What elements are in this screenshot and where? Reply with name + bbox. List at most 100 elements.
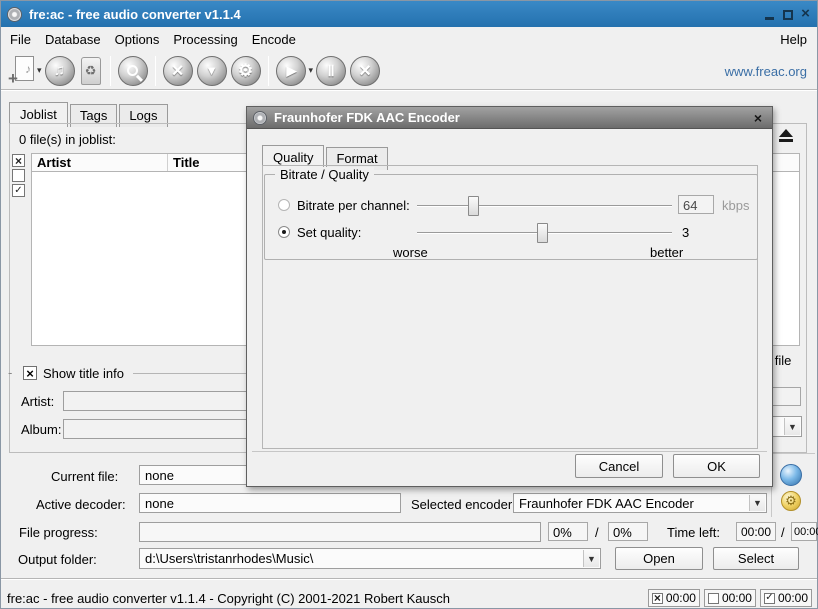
statusbar-divider bbox=[1, 578, 817, 580]
maximize-button[interactable] bbox=[782, 8, 793, 20]
active-decoder-label: Active decoder: bbox=[36, 497, 126, 512]
chevron-down-icon[interactable]: ▼ bbox=[583, 550, 599, 567]
select-none-button[interactable] bbox=[12, 169, 25, 182]
time-all-box: 00:00 bbox=[760, 589, 812, 607]
unselected-tracks-icon bbox=[708, 593, 719, 604]
menu-file[interactable]: File bbox=[3, 29, 38, 50]
quality-value: 3 bbox=[682, 225, 689, 240]
file-progress-label: File progress: bbox=[19, 525, 98, 540]
chevron-down-icon[interactable]: ▼ bbox=[784, 418, 800, 435]
minimize-button[interactable] bbox=[764, 8, 775, 20]
select-button[interactable]: Select bbox=[713, 547, 799, 570]
joblist-count: 0 file(s) in joblist: bbox=[19, 132, 116, 147]
clear-joblist-icon[interactable] bbox=[81, 57, 101, 85]
menu-bar: File Database Options Processing Encode … bbox=[1, 28, 817, 51]
configure-settings-icon[interactable] bbox=[231, 56, 261, 86]
all-tracks-icon bbox=[764, 593, 775, 604]
status-bar: fre:ac - free audio converter v1.1.4 - C… bbox=[1, 581, 817, 609]
column-artist[interactable]: Artist bbox=[32, 154, 168, 171]
statusbar-text: fre:ac - free audio converter v1.1.4 - C… bbox=[7, 591, 450, 606]
time-left-total: 00:00 bbox=[791, 522, 817, 541]
menu-help[interactable]: Help bbox=[778, 29, 809, 50]
stop-encoding-icon[interactable] bbox=[350, 56, 380, 86]
slash: / bbox=[595, 525, 599, 540]
cancel-button[interactable]: Cancel bbox=[575, 454, 663, 478]
start-encoding-dropdown-icon[interactable]: ▾ bbox=[309, 65, 314, 76]
freac-app-icon bbox=[7, 7, 22, 22]
time-selected-box: 00:00 bbox=[648, 589, 700, 607]
selection-buttons bbox=[12, 154, 25, 197]
progress-percent-total: 0% bbox=[608, 522, 648, 541]
time-unselected-box: 00:00 bbox=[704, 589, 756, 607]
dialog-title-bar[interactable]: Fraunhofer FDK AAC Encoder × bbox=[247, 107, 772, 129]
set-quality-radio[interactable] bbox=[278, 226, 290, 238]
bitrate-quality-group: Bitrate / Quality bbox=[264, 174, 758, 260]
toolbar-separator bbox=[268, 56, 269, 86]
toggle-selection-button[interactable] bbox=[12, 184, 25, 197]
menu-processing[interactable]: Processing bbox=[166, 29, 244, 50]
add-files-icon[interactable]: ♪+ bbox=[8, 56, 34, 86]
general-settings-icon[interactable] bbox=[163, 56, 193, 86]
time-left-label: Time left: bbox=[667, 525, 720, 540]
bitrate-label: Bitrate per channel: bbox=[297, 198, 410, 213]
app-window: fre:ac - free audio converter v1.1.4 × F… bbox=[0, 0, 818, 609]
quality-slider-thumb[interactable] bbox=[537, 223, 548, 243]
bitrate-radio[interactable] bbox=[278, 199, 290, 211]
scale-better-label: better bbox=[650, 245, 683, 260]
slash: / bbox=[781, 525, 785, 540]
selected-encoder-combo[interactable]: Fraunhofer FDK AAC Encoder ▼ bbox=[513, 493, 767, 513]
start-encoding-icon[interactable] bbox=[276, 56, 306, 86]
divider bbox=[773, 453, 815, 454]
add-audio-cd-icon[interactable] bbox=[45, 56, 75, 86]
menu-database[interactable]: Database bbox=[38, 29, 108, 50]
dialog-divider bbox=[252, 451, 767, 452]
toolbar-separator bbox=[155, 56, 156, 86]
output-folder-combo[interactable]: d:\Users\tristanrhodes\Music\ ▼ bbox=[139, 548, 601, 569]
close-button[interactable]: × bbox=[800, 8, 811, 20]
eject-disc-button[interactable] bbox=[771, 125, 801, 145]
bitrate-slider[interactable] bbox=[417, 205, 672, 207]
bitrate-slider-thumb[interactable] bbox=[468, 196, 479, 216]
show-title-info-label: Show title info bbox=[43, 366, 124, 381]
time-unselected-value: 00:00 bbox=[722, 591, 752, 605]
encoder-config-dialog: Fraunhofer FDK AAC Encoder × Quality For… bbox=[246, 106, 773, 487]
active-decoder-field: none bbox=[139, 493, 401, 513]
time-all-value: 00:00 bbox=[778, 591, 808, 605]
quality-slider[interactable] bbox=[417, 232, 672, 234]
info-icon[interactable] bbox=[780, 464, 802, 486]
bitrate-value-field[interactable]: 64 bbox=[678, 195, 714, 214]
window-title: fre:ac - free audio converter v1.1.4 bbox=[29, 7, 241, 22]
dialog-close-icon[interactable]: × bbox=[754, 110, 762, 126]
menu-encode[interactable]: Encode bbox=[245, 29, 303, 50]
title-bar: fre:ac - free audio converter v1.1.4 × bbox=[1, 1, 817, 27]
artist-label: Artist: bbox=[21, 394, 54, 409]
chevron-down-icon[interactable]: ▼ bbox=[749, 495, 765, 511]
menu-options[interactable]: Options bbox=[108, 29, 167, 50]
album-label: Album: bbox=[21, 422, 61, 437]
eject-icon bbox=[779, 129, 793, 137]
add-files-dropdown-icon[interactable]: ▾ bbox=[37, 65, 42, 76]
output-folder-label: Output folder: bbox=[18, 552, 97, 567]
ok-button[interactable]: OK bbox=[673, 454, 760, 478]
output-folder-value: d:\Users\tristanrhodes\Music\ bbox=[145, 551, 313, 566]
progress-percent-file: 0% bbox=[548, 522, 588, 541]
current-file-label: Current file: bbox=[51, 469, 118, 484]
bitrate-unit: kbps bbox=[722, 198, 749, 213]
file-progress-bar bbox=[139, 522, 541, 542]
selected-encoder-value: Fraunhofer FDK AAC Encoder bbox=[519, 496, 694, 511]
collapse-handle[interactable]: - bbox=[8, 365, 12, 380]
encoder-settings-icon[interactable] bbox=[781, 491, 801, 511]
signal-processing-icon[interactable] bbox=[197, 56, 227, 86]
toolbar: ♪+ ▾ ▾ www.freac.org bbox=[1, 52, 817, 90]
time-selected-value: 00:00 bbox=[666, 591, 696, 605]
freac-website-link[interactable]: www.freac.org bbox=[725, 64, 807, 79]
select-all-button[interactable] bbox=[12, 154, 25, 167]
open-button[interactable]: Open bbox=[615, 547, 703, 570]
show-title-info-checkbox[interactable] bbox=[23, 366, 37, 380]
freac-dialog-icon bbox=[253, 111, 267, 125]
group-title: Bitrate / Quality bbox=[275, 167, 374, 182]
scale-worse-label: worse bbox=[393, 245, 428, 260]
selected-encoder-label: Selected encoder: bbox=[411, 497, 516, 512]
pause-encoding-icon[interactable] bbox=[316, 56, 346, 86]
cddb-query-icon[interactable] bbox=[118, 56, 148, 86]
